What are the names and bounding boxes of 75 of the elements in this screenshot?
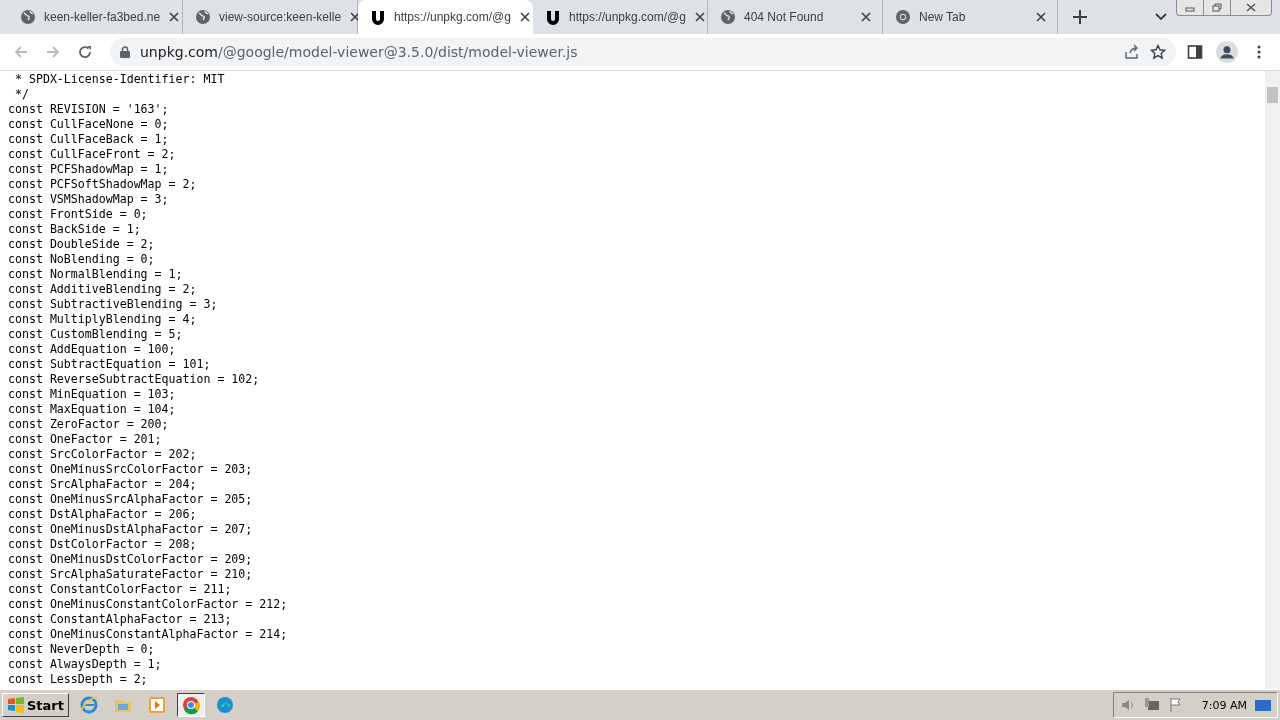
code-line: const LessDepth = 2; [8, 672, 148, 687]
close-icon [1246, 3, 1256, 12]
code-line: const SubtractEquation = 101; [8, 357, 211, 372]
close-icon[interactable] [168, 11, 181, 23]
code-line: const OneMinusDstAlphaFactor = 207; [8, 522, 253, 537]
code-line: const ZeroFactor = 200; [8, 417, 169, 432]
code-line: const MultiplyBlending = 4; [8, 312, 197, 327]
windows-logo-icon [7, 697, 25, 713]
code-line: const VSMShadowMap = 3; [8, 192, 169, 207]
code-line: const AddEquation = 100; [8, 342, 176, 357]
star-icon[interactable] [1150, 44, 1166, 60]
code-line: const CullFaceFront = 2; [8, 147, 176, 162]
code-line: const MaxEquation = 104; [8, 402, 176, 417]
share-icon[interactable] [1124, 44, 1140, 60]
side-panel-icon[interactable] [1187, 44, 1203, 60]
close-icon[interactable] [1035, 11, 1047, 23]
code-line: const ReverseSubtractEquation = 102; [8, 372, 260, 387]
close-icon[interactable] [860, 11, 872, 23]
code-line: const OneFactor = 201; [8, 432, 162, 447]
code-line: const DstAlphaFactor = 206; [8, 507, 197, 522]
code-line: const AdditiveBlending = 2; [8, 282, 197, 297]
code-line: const DoubleSide = 2; [8, 237, 155, 252]
code-line: const MinEquation = 103; [8, 387, 176, 402]
reload-icon[interactable] [77, 44, 93, 60]
code-line: */ [13, 87, 29, 102]
lock-icon [120, 46, 130, 58]
browser-tab[interactable]: New Tab [883, 0, 1058, 34]
code-line: const ConstantAlphaFactor = 213; [8, 612, 232, 627]
u-logo-icon [370, 9, 386, 25]
code-line: const DstColorFactor = 208; [8, 537, 197, 552]
chevron-down-icon[interactable] [1154, 12, 1168, 22]
code-line: const PCFSoftShadowMap = 2; [8, 177, 197, 192]
code-line: const REVISION = '163'; [8, 102, 169, 117]
code-line: const SubtractiveBlending = 3; [8, 297, 218, 312]
browser-tab[interactable]: https://unpkg.com/@g [533, 0, 708, 34]
code-line: const CullFaceNone = 0; [8, 117, 169, 132]
new-tab-icon[interactable] [1072, 9, 1088, 25]
url-host: unpkg.com [140, 44, 218, 60]
code-line: const SrcAlphaFactor = 204; [8, 477, 197, 492]
code-line: const OneMinusConstantColorFactor = 212; [8, 597, 288, 612]
code-line: const NormalBlending = 1; [8, 267, 183, 282]
code-line: const SrcAlphaSaturateFactor = 210; [8, 567, 253, 582]
start-button[interactable]: Start [2, 693, 69, 717]
network-icon[interactable] [1143, 697, 1160, 713]
browser-tab[interactable]: https://unpkg.com/@g [358, 0, 533, 34]
code-line: const CullFaceBack = 1; [8, 132, 169, 147]
code-line: const BackSide = 1; [8, 222, 141, 237]
close-icon[interactable] [518, 11, 531, 23]
code-line: const OneMinusDstColorFactor = 209; [8, 552, 253, 567]
media-player-icon[interactable] [147, 695, 167, 715]
code-line: const NoBlending = 0; [8, 252, 155, 267]
code-line: const PCFShadowMap = 1; [8, 162, 169, 177]
code-line: * SPDX-License-Identifier: MIT [13, 72, 225, 87]
code-line: const FrontSide = 0; [8, 207, 148, 222]
code-line: const AlwaysDepth = 1; [8, 657, 162, 672]
code-line: const CustomBlending = 5; [8, 327, 183, 342]
clock[interactable]: 7:09 AM [1201, 698, 1247, 712]
code-line: const SrcColorFactor = 202; [8, 447, 197, 462]
flag-icon[interactable] [1167, 697, 1184, 713]
url-path: /@google/model-viewer@3.5.0/dist/model-viewer.js [218, 44, 578, 60]
code-line: const ConstantColorFactor = 211; [8, 582, 232, 597]
code-line: const NeverDepth = 0; [8, 642, 155, 657]
close-icon[interactable] [693, 11, 706, 23]
restore-icon [1212, 3, 1222, 12]
address-bar[interactable]: unpkg.com/@google/model-viewer@3.5.0/dist/model-viewer.js [110, 38, 1176, 66]
code-line: const OneMinusConstantAlphaFactor = 214; [8, 627, 288, 642]
u-logo-icon [545, 9, 561, 25]
code-line: const OneMinusSrcColorFactor = 203; [8, 462, 253, 477]
code-line: const OneMinusSrcAlphaFactor = 205; [8, 492, 253, 507]
scrollbar-thumb[interactable] [1267, 87, 1278, 103]
scrollbar[interactable] [1265, 71, 1280, 689]
browser-tab[interactable]: keen-keller-fa3bed.ne [8, 0, 183, 34]
show-desktop-icon[interactable] [1255, 697, 1271, 713]
profile-icon[interactable] [1216, 41, 1238, 63]
browser-tab[interactable]: 404 Not Found [708, 0, 883, 34]
